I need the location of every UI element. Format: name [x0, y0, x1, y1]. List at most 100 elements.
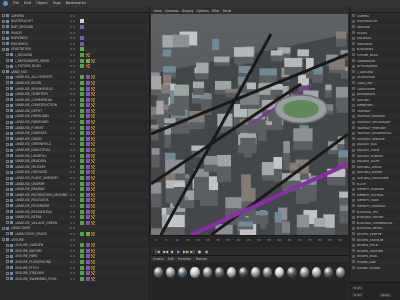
editor-visibility-icon[interactable]	[70, 42, 72, 45]
expand-toggle-icon[interactable]	[6, 98, 9, 102]
layer-color-icon[interactable]	[352, 103, 355, 107]
expand-toggle-icon[interactable]	[2, 226, 5, 230]
orange-tag-icon[interactable]	[91, 276, 95, 281]
render-visibility-icon[interactable]	[73, 244, 75, 247]
render-visibility-icon[interactable]	[73, 70, 75, 73]
expand-toggle-icon[interactable]	[6, 176, 9, 180]
render-visibility-icon[interactable]	[73, 165, 75, 168]
visibility-dots[interactable]	[70, 37, 75, 40]
expand-toggle-icon[interactable]	[6, 64, 9, 68]
visibility-dots[interactable]	[70, 232, 75, 235]
layer-color-icon[interactable]	[352, 165, 355, 169]
previous-frame-button[interactable]: ◀	[169, 249, 174, 254]
check-tag-icon[interactable]	[80, 159, 84, 164]
orange-tag-icon[interactable]	[91, 176, 95, 181]
layer-color-icon[interactable]	[352, 109, 355, 113]
visibility-dots[interactable]	[70, 98, 75, 101]
material-swatch[interactable]	[275, 267, 285, 278]
apply-button[interactable]: Apply	[379, 293, 392, 297]
layer-color-icon[interactable]	[352, 221, 355, 225]
visibility-dots[interactable]	[70, 154, 75, 157]
check-tag-icon[interactable]	[80, 131, 84, 136]
object-row[interactable]: LEISURE_SWIMMING_POOL	[0, 276, 149, 282]
render-visibility-icon[interactable]	[73, 53, 75, 56]
layer-color-icon[interactable]	[352, 154, 355, 158]
purple-tag-icon[interactable]	[85, 125, 90, 130]
visibility-dots[interactable]	[70, 171, 75, 174]
layer-color-icon[interactable]	[352, 64, 355, 68]
orange-tag-icon[interactable]	[91, 187, 95, 192]
visibility-dots[interactable]	[70, 255, 75, 258]
render-visibility-icon[interactable]	[73, 31, 75, 34]
visibility-dots[interactable]	[70, 132, 75, 135]
menu-edit[interactable]: Edit	[24, 0, 31, 7]
editor-visibility-icon[interactable]	[70, 48, 72, 51]
purple-tag-icon[interactable]	[85, 259, 90, 264]
visibility-dots[interactable]	[70, 204, 75, 207]
editor-visibility-icon[interactable]	[70, 260, 72, 263]
orange-tag-icon[interactable]	[91, 114, 95, 119]
layer-color-icon[interactable]	[352, 87, 355, 91]
layer-row[interactable]: BUILDING_COMMERCIAL	[350, 220, 400, 226]
layer-color-icon[interactable]	[352, 42, 355, 46]
check-tag-icon[interactable]	[80, 254, 84, 259]
check-tag-icon[interactable]	[80, 243, 84, 248]
material-swatch[interactable]	[166, 267, 176, 278]
expand-toggle-icon[interactable]	[6, 210, 9, 214]
timeline-ruler[interactable]: 0 5 10 15 20 25 30 35 40 45 50 55 60 65 70 75 80 85 90	[151, 235, 348, 247]
orange-tag-icon[interactable]	[85, 52, 90, 57]
layer-color-icon[interactable]	[352, 81, 355, 85]
expand-toggle-icon[interactable]	[6, 103, 9, 107]
editor-visibility-icon[interactable]	[70, 121, 72, 124]
menu-file[interactable]: File	[13, 0, 19, 7]
purple-tag-icon[interactable]	[85, 271, 90, 276]
check-tag-icon[interactable]	[80, 192, 84, 197]
render-visibility-icon[interactable]	[73, 193, 75, 196]
check-tag-icon[interactable]	[80, 58, 84, 63]
visibility-dots[interactable]	[70, 126, 75, 129]
expand-toggle-icon[interactable]	[6, 120, 9, 124]
check-tag-icon[interactable]	[80, 170, 84, 175]
render-visibility-icon[interactable]	[73, 216, 75, 219]
layer-color-icon[interactable]	[352, 98, 355, 102]
layer-color-icon[interactable]	[352, 243, 355, 247]
check-tag-icon[interactable]	[80, 80, 84, 85]
layer-color-icon[interactable]	[352, 193, 355, 197]
orange-tag-icon[interactable]	[91, 80, 95, 85]
check-tag-icon[interactable]	[80, 259, 84, 264]
check-tag-icon[interactable]	[80, 64, 84, 69]
purple-tag-icon[interactable]	[85, 153, 90, 158]
play-button[interactable]: ▶	[176, 249, 181, 254]
render-visibility-icon[interactable]	[73, 272, 75, 275]
editor-visibility-icon[interactable]	[70, 149, 72, 152]
visibility-dots[interactable]	[70, 81, 75, 84]
render-visibility-icon[interactable]	[73, 177, 75, 180]
editor-visibility-icon[interactable]	[70, 171, 72, 174]
material-menu-function[interactable]: Function	[178, 257, 192, 261]
layer-color-icon[interactable]	[352, 19, 355, 23]
visibility-dots[interactable]	[70, 221, 75, 224]
editor-visibility-icon[interactable]	[70, 115, 72, 118]
purple-tag-icon[interactable]	[85, 198, 90, 203]
purple-tag-icon[interactable]	[85, 108, 90, 113]
check-tag-icon[interactable]	[80, 153, 84, 158]
visibility-dots[interactable]	[70, 210, 75, 213]
editor-visibility-icon[interactable]	[70, 204, 72, 207]
expand-toggle-icon[interactable]	[6, 221, 9, 225]
purple-tag-icon[interactable]	[85, 187, 90, 192]
viewport-menu-display[interactable]: Display	[182, 9, 194, 13]
render-visibility-icon[interactable]	[73, 81, 75, 84]
check-tag-icon[interactable]	[80, 231, 84, 236]
editor-visibility-icon[interactable]	[70, 249, 72, 252]
visibility-dots[interactable]	[70, 160, 75, 163]
layer-color-icon[interactable]	[352, 170, 355, 174]
purple-tag-icon[interactable]	[85, 209, 90, 214]
layer-color-icon[interactable]	[352, 31, 355, 35]
expand-toggle-icon[interactable]	[6, 142, 9, 146]
purple-tag-icon[interactable]	[85, 220, 90, 225]
expand-toggle-icon[interactable]	[6, 137, 9, 141]
orange-tag-icon[interactable]	[91, 125, 95, 130]
render-visibility-icon[interactable]	[73, 204, 75, 207]
expand-toggle-icon[interactable]	[6, 148, 9, 152]
visibility-dots[interactable]	[70, 93, 75, 96]
